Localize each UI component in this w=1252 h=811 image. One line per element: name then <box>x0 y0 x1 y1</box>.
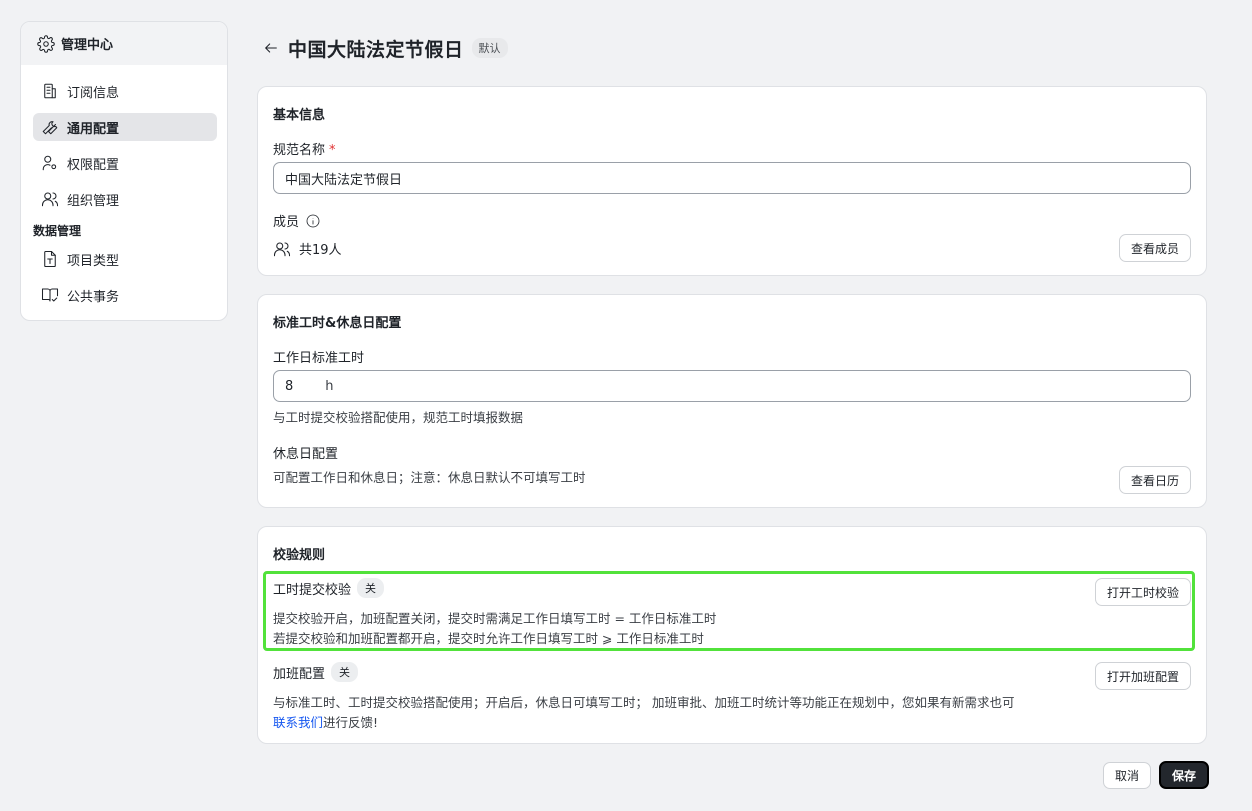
section-title: 校验规则 <box>273 548 326 563</box>
info-icon[interactable] <box>305 213 321 229</box>
sidebar: 管理中心 订阅信息 通用配置 权限配置 组织管理 数据管理 项目类型 公共事务 <box>20 21 228 321</box>
submit-check-label: 工时提交校验 <box>273 582 352 598</box>
workhours-card: 标准工时&休息日配置 工作日标准工时 8 h 与工时提交校验搭配使用，规范工时填… <box>257 294 1207 508</box>
submit-check-desc-1: 提交校验开启，加班配置关闭，提交时需满足工作日填写工时 = 工作日标准工时 <box>273 611 717 626</box>
view-members-button[interactable]: 查看成员 <box>1119 234 1192 262</box>
page-header: 中国大陆法定节假日 默认 <box>262 34 508 62</box>
sidebar-item-label: 项目类型 <box>67 253 120 269</box>
page-title: 中国大陆法定节假日 <box>288 38 464 61</box>
section-title: 基本信息 <box>273 108 326 123</box>
name-input-value: 中国大陆法定节假日 <box>285 172 403 188</box>
std-hours-hint: 与工时提交校验搭配使用，规范工时填报数据 <box>273 410 524 425</box>
overtime-status-badge: 关 <box>331 662 359 682</box>
contact-us-link[interactable]: 联系我们 <box>273 715 323 730</box>
book-check-icon <box>41 286 59 304</box>
sidebar-item-permissions[interactable]: 权限配置 <box>33 149 217 177</box>
sidebar-item-label: 通用配置 <box>67 121 120 137</box>
sidebar-item-public-affairs[interactable]: 公共事务 <box>33 281 217 309</box>
sidebar-item-general-config[interactable]: 通用配置 <box>33 113 217 141</box>
view-calendar-button[interactable]: 查看日历 <box>1119 466 1192 494</box>
overtime-desc-1: 与标准工时、工时提交校验搭配使用；开启后，休息日可填写工时； 加班审批、加班工时… <box>273 695 1015 710</box>
members-label-text: 成员 <box>273 215 300 230</box>
std-hours-input[interactable]: 8 h <box>273 370 1191 402</box>
std-hours-unit: h <box>325 378 334 394</box>
users-icon <box>273 240 291 258</box>
sidebar-item-organization[interactable]: 组织管理 <box>33 185 217 213</box>
overtime-desc-2: 联系我们进行反馈! <box>273 712 378 731</box>
submit-check-desc-2: 若提交校验和加班配置都开启，提交时允许工作日填写工时 ⩾ 工作日标准工时 <box>273 631 704 646</box>
gear-icon <box>37 34 55 53</box>
overtime-desc-2-text: 进行反馈! <box>323 715 379 730</box>
rules-card: 校验规则 工时提交校验 关 打开工时校验 提交校验开启，加班配置关闭，提交时需满… <box>257 526 1207 744</box>
name-label: 规范名称 * <box>273 139 336 158</box>
rest-day-hint: 可配置工作日和休息日；注意：休息日默认不可填写工时 <box>273 470 586 485</box>
save-button[interactable]: 保存 <box>1159 761 1210 789</box>
sidebar-group-label: 数据管理 <box>33 224 82 238</box>
sidebar-item-project-types[interactable]: 项目类型 <box>33 245 217 273</box>
std-hours-label: 工作日标准工时 <box>273 351 365 366</box>
members-label: 成员 <box>273 211 321 230</box>
enable-overtime-button[interactable]: 打开加班配置 <box>1095 662 1192 690</box>
sidebar-item-label: 公共事务 <box>67 289 120 305</box>
basic-info-card: 基本信息 规范名称 * 中国大陆法定节假日 成员 共19人 查看成员 <box>257 86 1207 276</box>
section-title: 标准工时&休息日配置 <box>273 316 402 331</box>
sidebar-item-label: 订阅信息 <box>67 85 120 101</box>
wrench-icon <box>41 118 59 136</box>
sidebar-item-label: 权限配置 <box>67 157 120 173</box>
submit-check-row: 工时提交校验 关 <box>273 578 385 598</box>
cancel-button[interactable]: 取消 <box>1103 762 1152 789</box>
name-input[interactable]: 中国大陆法定节假日 <box>273 162 1191 194</box>
doc-icon <box>41 250 59 268</box>
back-arrow-icon[interactable] <box>262 39 280 57</box>
sidebar-title: 管理中心 <box>61 38 114 53</box>
sidebar-item-label: 组织管理 <box>67 193 120 209</box>
sidebar-header: 管理中心 <box>21 22 227 65</box>
name-label-text: 规范名称 <box>273 143 326 158</box>
required-mark: * <box>329 143 336 158</box>
overtime-label: 加班配置 <box>273 666 326 682</box>
std-hours-value: 8 <box>285 378 294 394</box>
members-summary: 共19人 <box>273 239 342 258</box>
submit-check-status-badge: 关 <box>357 578 385 598</box>
users-icon <box>41 190 59 208</box>
enable-submit-check-button[interactable]: 打开工时校验 <box>1095 578 1192 606</box>
rest-day-label: 休息日配置 <box>273 447 339 462</box>
sidebar-item-subscription[interactable]: 订阅信息 <box>33 77 217 105</box>
user-gear-icon <box>41 154 59 172</box>
default-badge: 默认 <box>471 38 508 58</box>
members-count: 共19人 <box>299 243 342 258</box>
overtime-row: 加班配置 关 <box>273 662 359 682</box>
building-icon <box>41 82 59 100</box>
